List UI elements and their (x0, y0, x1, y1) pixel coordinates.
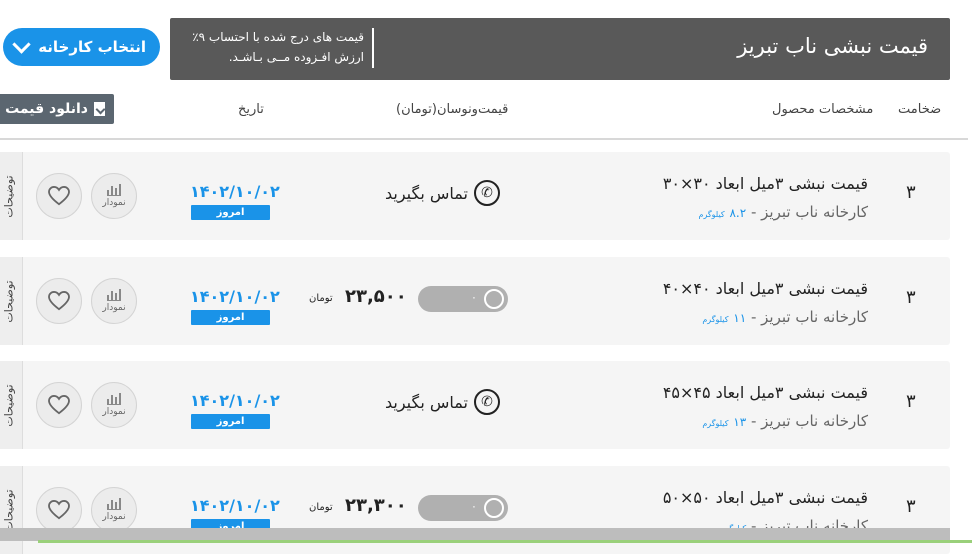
toggle-knob (484, 289, 504, 309)
price-unit: تومان (309, 293, 333, 304)
download-file-icon (93, 102, 105, 116)
toggle-knob (484, 498, 504, 518)
chart-icon (107, 289, 121, 301)
product-name[interactable]: قیمت نبشی ۳میل ابعاد ۳۰×۳۰ (663, 174, 868, 193)
chart-label: نمودار (102, 198, 126, 208)
contact-label: تماس بگیرید (385, 183, 468, 203)
heart-icon (48, 395, 70, 415)
header-divider-line (0, 138, 968, 140)
thickness-value: ۳ (906, 182, 916, 203)
thickness-value: ۳ (906, 391, 916, 412)
price-change-toggle[interactable]: ۰ (418, 495, 508, 521)
price-date: ۱۴۰۲/۱۰/۰۲ (190, 287, 280, 306)
phone-icon: ✆ (474, 389, 500, 415)
vat-note: قیمت های درج شده با احتساب ۹٪ ارزش افـزو… (192, 30, 364, 64)
price-date: ۱۴۰۲/۱۰/۰۲ (190, 496, 280, 515)
notes-label: توضیحات (2, 384, 16, 427)
table-row: توضیحات نمودار ۱۴۰۲/۱۰/۰۲ امروز ✆ تماس ب… (0, 152, 950, 240)
contact-us[interactable]: ✆ تماس بگیرید (385, 180, 500, 206)
weight-unit: کیلوگرم (702, 315, 729, 324)
col-head-product: مشخصات محصول (772, 102, 874, 117)
col-head-date: تاریخ (238, 102, 264, 117)
price-date: ۱۴۰۲/۱۰/۰۲ (190, 391, 280, 410)
weight-unit: کیلوگرم (702, 419, 729, 428)
thickness-value: ۳ (906, 496, 916, 517)
price-change-value: ۰ (471, 291, 477, 304)
chart-label: نمودار (102, 407, 126, 417)
chart-icon (107, 498, 121, 510)
col-head-price: قیمت‌ونوسان(تومان) (396, 102, 509, 117)
price-date: ۱۴۰۲/۱۰/۰۲ (190, 182, 280, 201)
heart-icon (48, 186, 70, 206)
today-badge: امروز (191, 310, 270, 325)
table-row: توضیحات نمودار ۱۴۰۲/۱۰/۰۲ امروز ۰ ۲۳,۵۰۰… (0, 257, 950, 345)
product-sub: کارخانه ناب تبریز - ۱۳ کیلوگرم (702, 412, 868, 430)
price-change-toggle[interactable]: ۰ (418, 286, 508, 312)
product-name[interactable]: قیمت نبشی ۳میل ابعاد ۵۰×۵۰ (663, 488, 868, 507)
chart-icon (107, 393, 121, 405)
product-factory: کارخانه ناب تبریز - (750, 308, 868, 326)
product-weight: ۸.۲ (729, 206, 747, 220)
phone-icon: ✆ (474, 180, 500, 206)
product-factory: کارخانه ناب تبریز - (750, 412, 868, 430)
chart-button[interactable]: نمودار (91, 278, 137, 324)
price-change-value: ۰ (471, 500, 477, 513)
today-badge: امروز (191, 205, 270, 220)
notes-tab[interactable]: توضیحات (0, 361, 23, 449)
col-head-thickness: ضخامت (898, 102, 942, 117)
favorite-button[interactable] (36, 278, 82, 324)
price-value: ۲۳,۵۰۰ (345, 286, 407, 307)
select-factory-button[interactable]: انتخاب کارخانه (3, 28, 160, 66)
product-sub: کارخانه ناب تبریز - ۱۱ کیلوگرم (702, 308, 868, 326)
price-unit: تومان (309, 502, 333, 513)
chart-icon (107, 184, 121, 196)
chart-button[interactable]: نمودار (91, 173, 137, 219)
chart-button[interactable]: نمودار (91, 382, 137, 428)
weight-unit: کیلوگرم (698, 210, 725, 219)
thickness-value: ۳ (906, 287, 916, 308)
heart-icon (48, 291, 70, 311)
notes-label: توضیحات (2, 280, 16, 323)
download-price-label: دانلود قیمت (5, 101, 88, 117)
contact-us[interactable]: ✆ تماس بگیرید (385, 389, 500, 415)
chart-label: نمودار (102, 303, 126, 313)
notes-tab[interactable]: توضیحات (0, 152, 23, 240)
product-weight: ۱۳ (733, 415, 747, 429)
favorite-button[interactable] (36, 382, 82, 428)
price-value: ۲۳,۳۰۰ (345, 495, 407, 516)
contact-label: تماس بگیرید (385, 392, 468, 412)
header-bar: قیمت نبشی ناب تبریز قیمت های درج شده با … (170, 18, 950, 80)
chart-label: نمودار (102, 512, 126, 522)
header-divider (372, 28, 374, 68)
today-badge: امروز (191, 414, 270, 429)
download-price-button[interactable]: دانلود قیمت (0, 94, 114, 124)
product-sub: کارخانه ناب تبریز - ۸.۲ کیلوگرم (699, 203, 869, 221)
chevron-down-icon (12, 34, 31, 54)
notes-label: توضیحات (2, 175, 16, 218)
table-row: توضیحات نمودار ۱۴۰۲/۱۰/۰۲ امروز ✆ تماس ب… (0, 361, 950, 449)
page-title: قیمت نبشی ناب تبریز (737, 34, 928, 58)
product-weight: ۱۱ (733, 311, 747, 325)
product-name[interactable]: قیمت نبشی ۳میل ابعاد ۴۰×۴۰ (663, 279, 868, 298)
notes-tab[interactable]: توضیحات (0, 257, 23, 345)
heart-icon (48, 500, 70, 520)
product-factory: کارخانه ناب تبریز - (750, 203, 868, 221)
favorite-button[interactable] (36, 487, 82, 533)
favorite-button[interactable] (36, 173, 82, 219)
chart-button[interactable]: نمودار (91, 487, 137, 533)
product-name[interactable]: قیمت نبشی ۳میل ابعاد ۴۵×۴۵ (663, 383, 868, 402)
select-factory-label: انتخاب کارخانه (38, 38, 146, 56)
